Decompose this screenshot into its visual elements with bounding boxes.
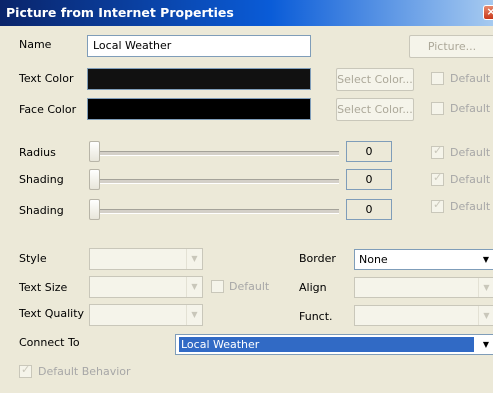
face-color-default-label: Default — [450, 102, 491, 115]
checkmark-icon: ✓ — [433, 171, 443, 184]
chevron-down-icon: ▼ — [186, 277, 202, 297]
radius-label: Radius — [19, 146, 56, 159]
radius-slider-track[interactable] — [95, 151, 339, 156]
checkmark-icon: ✓ — [433, 144, 443, 157]
shading-value[interactable]: 0 — [346, 169, 392, 190]
shading2-default-checkbox[interactable]: ✓ — [431, 198, 444, 213]
chevron-down-icon: ▼ — [478, 306, 493, 325]
shading-slider-track[interactable] — [95, 179, 339, 184]
text-color-default-label: Default — [450, 72, 491, 85]
text-size-combo[interactable]: ▼ — [89, 276, 203, 298]
align-combo[interactable]: ▼ — [354, 277, 493, 298]
align-label: Align — [299, 281, 327, 294]
chevron-down-icon: ▼ — [478, 250, 493, 269]
window-title: Picture from Internet Properties — [6, 5, 234, 20]
funct-combo[interactable]: ▼ — [354, 305, 493, 326]
shading-default-checkbox[interactable]: ✓ — [431, 171, 444, 186]
text-quality-combo[interactable]: ▼ — [89, 304, 203, 326]
style-label: Style — [19, 252, 47, 265]
text-size-label: Text Size — [19, 281, 68, 294]
funct-label: Funct. — [299, 310, 333, 323]
border-combo-value: None — [359, 253, 388, 266]
close-icon: × — [486, 5, 493, 18]
shading2-slider-track[interactable] — [95, 209, 339, 214]
text-color-default-checkbox[interactable] — [431, 72, 444, 85]
checkmark-icon: ✓ — [433, 198, 443, 211]
face-color-select-button[interactable]: Select Color... — [336, 98, 414, 121]
connect-to-label: Connect To — [19, 336, 80, 349]
radius-default-label: Default — [450, 146, 491, 159]
close-button[interactable]: × — [483, 5, 493, 20]
picture-button[interactable]: Picture... — [409, 35, 493, 58]
checkmark-icon: ✓ — [21, 363, 31, 376]
text-color-swatch[interactable] — [87, 68, 311, 90]
chevron-down-icon: ▼ — [186, 249, 202, 269]
text-quality-label: Text Quality — [19, 307, 85, 320]
radius-value[interactable]: 0 — [346, 141, 392, 162]
style-combo[interactable]: ▼ — [89, 248, 203, 270]
chevron-down-icon: ▼ — [186, 305, 202, 325]
shading-slider-thumb[interactable] — [89, 169, 100, 190]
name-field[interactable]: Local Weather — [87, 35, 311, 57]
shading-default-label: Default — [450, 173, 491, 186]
face-color-swatch[interactable] — [87, 98, 311, 120]
name-label: Name — [19, 38, 52, 51]
connect-to-combo[interactable]: Local Weather ▼ — [175, 334, 493, 355]
chevron-down-icon: ▼ — [478, 278, 493, 297]
chevron-down-icon: ▼ — [478, 335, 493, 354]
text-color-label: Text Color — [19, 72, 74, 85]
shading-label: Shading — [19, 173, 64, 186]
border-combo[interactable]: None ▼ — [354, 249, 493, 270]
face-color-default-checkbox[interactable] — [431, 102, 444, 115]
radius-slider-thumb[interactable] — [89, 141, 100, 162]
text-color-select-button[interactable]: Select Color... — [336, 68, 414, 91]
shading2-label: Shading — [19, 204, 64, 217]
text-size-default-label: Default — [229, 280, 270, 293]
default-behavior-label: Default Behavior — [38, 365, 131, 378]
connect-to-value: Local Weather — [179, 337, 474, 352]
shading2-default-label: Default — [450, 200, 491, 213]
default-behavior-checkbox[interactable]: ✓ — [19, 363, 32, 378]
shading2-slider-thumb[interactable] — [89, 199, 100, 220]
shading2-value[interactable]: 0 — [346, 199, 392, 220]
radius-default-checkbox[interactable]: ✓ — [431, 144, 444, 159]
face-color-label: Face Color — [19, 103, 77, 116]
text-size-default-checkbox[interactable] — [211, 280, 224, 293]
border-label: Border — [299, 252, 336, 265]
